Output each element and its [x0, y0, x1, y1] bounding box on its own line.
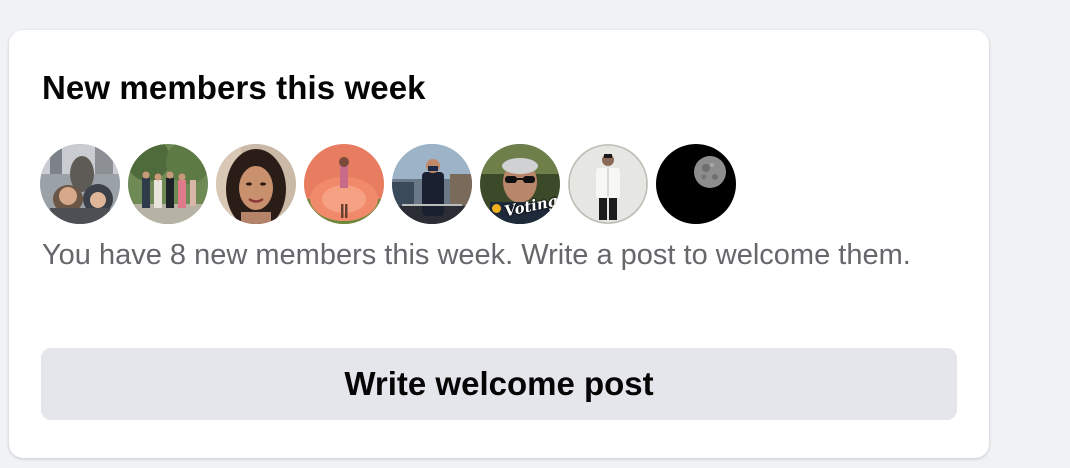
member-photo [392, 144, 472, 224]
member-avatar[interactable] [656, 144, 736, 224]
member-photo [40, 144, 120, 224]
member-photo [568, 144, 648, 224]
member-avatar[interactable] [128, 144, 208, 224]
member-avatar[interactable] [40, 144, 120, 224]
write-welcome-post-button[interactable]: Write welcome post [41, 348, 957, 420]
member-avatar[interactable] [392, 144, 472, 224]
member-photo [656, 144, 736, 224]
member-photo [128, 144, 208, 224]
new-members-description: You have 8 new members this week. Write … [42, 239, 911, 271]
new-members-card: New members this week Voting You have 8 … [9, 30, 989, 458]
write-welcome-post-label: Write welcome post [344, 365, 654, 402]
badge-dot-icon [492, 204, 501, 213]
member-avatar[interactable] [568, 144, 648, 224]
member-avatar-list: Voting [40, 144, 736, 224]
member-avatar[interactable]: Voting [480, 144, 560, 224]
member-photo [304, 144, 384, 224]
card-title: New members this week [42, 69, 426, 106]
member-photo [216, 144, 296, 224]
member-avatar[interactable] [216, 144, 296, 224]
member-avatar[interactable] [304, 144, 384, 224]
